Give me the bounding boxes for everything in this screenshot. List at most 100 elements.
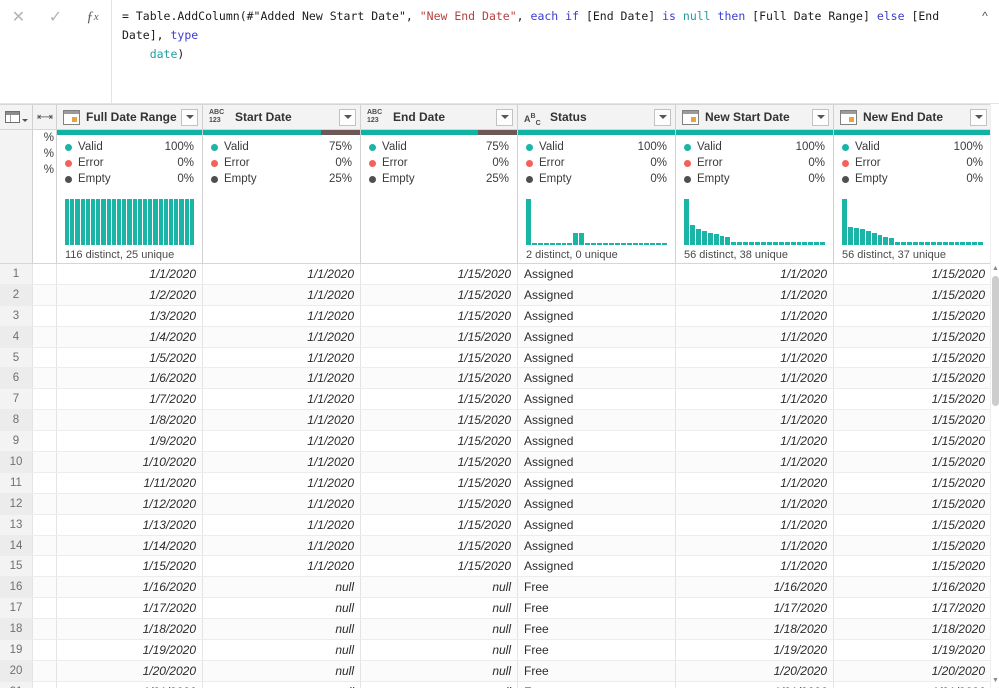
table-cell[interactable]: 1/1/2020 xyxy=(203,264,361,284)
table-cell[interactable]: Assigned xyxy=(518,305,676,326)
row-number[interactable]: 20 xyxy=(0,660,33,681)
table-cell[interactable]: Assigned xyxy=(518,452,676,472)
row-number[interactable]: 2 xyxy=(0,284,33,305)
row-number[interactable]: 13 xyxy=(0,514,33,535)
table-cell[interactable]: null xyxy=(203,577,361,598)
table-cell[interactable]: 1/1/2020 xyxy=(203,535,361,556)
table-cell[interactable]: Assigned xyxy=(518,264,676,284)
table-cell[interactable]: 1/18/2020 xyxy=(57,619,203,640)
checkmark-icon[interactable]: ✓ xyxy=(41,5,71,29)
table-cell[interactable]: 1/1/2020 xyxy=(203,305,361,326)
table-cell[interactable]: 1/6/2020 xyxy=(57,368,203,389)
table-cell[interactable]: null xyxy=(361,577,518,598)
table-cell[interactable]: null xyxy=(361,619,518,640)
table-cell[interactable]: Free xyxy=(518,577,676,598)
table-cell[interactable]: 1/15/2020 xyxy=(834,431,992,452)
row-number[interactable]: 11 xyxy=(0,472,33,493)
table-cell[interactable]: 1/15/2020 xyxy=(361,326,518,347)
table-cell[interactable]: Assigned xyxy=(518,514,676,535)
select-all-table-icon[interactable] xyxy=(0,105,33,129)
vertical-scrollbar[interactable]: ▲ ▼ xyxy=(990,104,999,688)
column-header-new-end-date[interactable]: New End Date xyxy=(834,105,992,129)
table-cell[interactable]: 1/8/2020 xyxy=(57,410,203,431)
row-number[interactable]: 4 xyxy=(0,326,33,347)
table-cell[interactable]: null xyxy=(203,681,361,688)
table-cell[interactable]: 1/9/2020 xyxy=(57,431,203,452)
chevron-down-icon[interactable] xyxy=(181,108,198,126)
row-number[interactable]: 19 xyxy=(0,640,33,660)
table-cell[interactable]: 1/1/2020 xyxy=(203,472,361,493)
table-cell[interactable]: 1/2/2020 xyxy=(57,284,203,305)
table-cell[interactable]: Assigned xyxy=(518,535,676,556)
table-cell[interactable]: 1/1/2020 xyxy=(676,410,834,431)
table-cell[interactable]: 1/3/2020 xyxy=(57,305,203,326)
table-cell[interactable]: 1/21/2020 xyxy=(834,681,992,688)
table-cell[interactable]: Assigned xyxy=(518,326,676,347)
table-cell[interactable]: null xyxy=(361,598,518,619)
row-number[interactable]: 12 xyxy=(0,493,33,514)
row-number[interactable]: 10 xyxy=(0,452,33,472)
table-row[interactable]: 3 1/3/2020 1/1/2020 1/15/2020 Assigned 1/1/20… xyxy=(0,305,999,327)
chevron-up-icon[interactable]: ^ xyxy=(977,8,993,24)
table-cell[interactable]: 1/1/2020 xyxy=(203,284,361,305)
table-row[interactable]: 19 1/19/2020 null null Free 1/19/2020 1/19/202… xyxy=(0,640,999,661)
table-cell[interactable]: 1/15/2020 xyxy=(361,389,518,410)
table-cell[interactable]: 1/15/2020 xyxy=(361,284,518,305)
column-header-status[interactable]: ABC Status xyxy=(518,105,676,129)
table-cell[interactable]: Assigned xyxy=(518,493,676,514)
table-cell[interactable]: 1/15/2020 xyxy=(57,556,203,577)
table-cell[interactable]: 1/15/2020 xyxy=(834,347,992,368)
table-cell[interactable]: null xyxy=(361,640,518,660)
row-number[interactable]: 6 xyxy=(0,368,33,389)
table-row[interactable]: 1 1/1/2020 1/1/2020 1/15/2020 Assigned 1/1/20… xyxy=(0,264,999,285)
table-cell[interactable]: 1/15/2020 xyxy=(361,493,518,514)
table-cell[interactable]: 1/14/2020 xyxy=(57,535,203,556)
table-cell[interactable]: 1/1/2020 xyxy=(676,305,834,326)
table-cell[interactable]: Free xyxy=(518,619,676,640)
table-cell[interactable]: 1/15/2020 xyxy=(361,305,518,326)
table-row[interactable]: 11 1/11/2020 1/1/2020 1/15/2020 Assigned 1/1/… xyxy=(0,472,999,494)
row-number[interactable]: 16 xyxy=(0,577,33,598)
table-cell[interactable]: 1/20/2020 xyxy=(57,660,203,681)
table-cell[interactable]: 1/13/2020 xyxy=(57,514,203,535)
table-cell[interactable]: 1/15/2020 xyxy=(361,368,518,389)
table-cell[interactable]: 1/1/2020 xyxy=(676,514,834,535)
table-cell[interactable]: 1/5/2020 xyxy=(57,347,203,368)
row-number[interactable]: 7 xyxy=(0,389,33,410)
table-cell[interactable]: 1/19/2020 xyxy=(57,640,203,660)
table-cell[interactable]: Free xyxy=(518,598,676,619)
table-cell[interactable]: 1/12/2020 xyxy=(57,493,203,514)
table-cell[interactable]: 1/1/2020 xyxy=(203,389,361,410)
table-cell[interactable]: 1/1/2020 xyxy=(57,264,203,284)
table-cell[interactable]: Free xyxy=(518,660,676,681)
table-cell[interactable]: 1/15/2020 xyxy=(361,452,518,472)
table-cell[interactable]: null xyxy=(203,640,361,660)
table-cell[interactable]: 1/15/2020 xyxy=(361,410,518,431)
table-cell[interactable]: Assigned xyxy=(518,472,676,493)
table-cell[interactable]: 1/15/2020 xyxy=(834,284,992,305)
column-header-new-start-date[interactable]: New Start Date xyxy=(676,105,834,129)
table-cell[interactable]: 1/4/2020 xyxy=(57,326,203,347)
chevron-down-icon[interactable] xyxy=(339,108,356,126)
table-cell[interactable]: 1/1/2020 xyxy=(203,556,361,577)
table-row[interactable]: 6 1/6/2020 1/1/2020 1/15/2020 Assigned 1/1/20… xyxy=(0,368,999,390)
row-number[interactable]: 5 xyxy=(0,347,33,368)
table-cell[interactable]: Assigned xyxy=(518,368,676,389)
row-number[interactable]: 21 xyxy=(0,681,33,688)
table-cell[interactable]: Free xyxy=(518,681,676,688)
column-header-full-date-range[interactable]: Full Date Range xyxy=(57,105,203,129)
table-cell[interactable]: 1/1/2020 xyxy=(203,452,361,472)
table-cell[interactable]: 1/15/2020 xyxy=(834,410,992,431)
table-cell[interactable]: 1/18/2020 xyxy=(676,619,834,640)
chevron-down-icon[interactable] xyxy=(812,108,829,126)
table-cell[interactable]: 1/15/2020 xyxy=(361,556,518,577)
table-cell[interactable]: 1/1/2020 xyxy=(203,431,361,452)
table-cell[interactable]: Assigned xyxy=(518,556,676,577)
table-cell[interactable]: 1/1/2020 xyxy=(676,284,834,305)
table-cell[interactable]: 1/15/2020 xyxy=(834,389,992,410)
table-cell[interactable]: 1/21/2020 xyxy=(676,681,834,688)
table-cell[interactable]: 1/15/2020 xyxy=(834,556,992,577)
table-cell[interactable]: 1/19/2020 xyxy=(676,640,834,660)
scroll-down-icon[interactable]: ▼ xyxy=(991,674,999,686)
table-cell[interactable]: 1/15/2020 xyxy=(834,452,992,472)
